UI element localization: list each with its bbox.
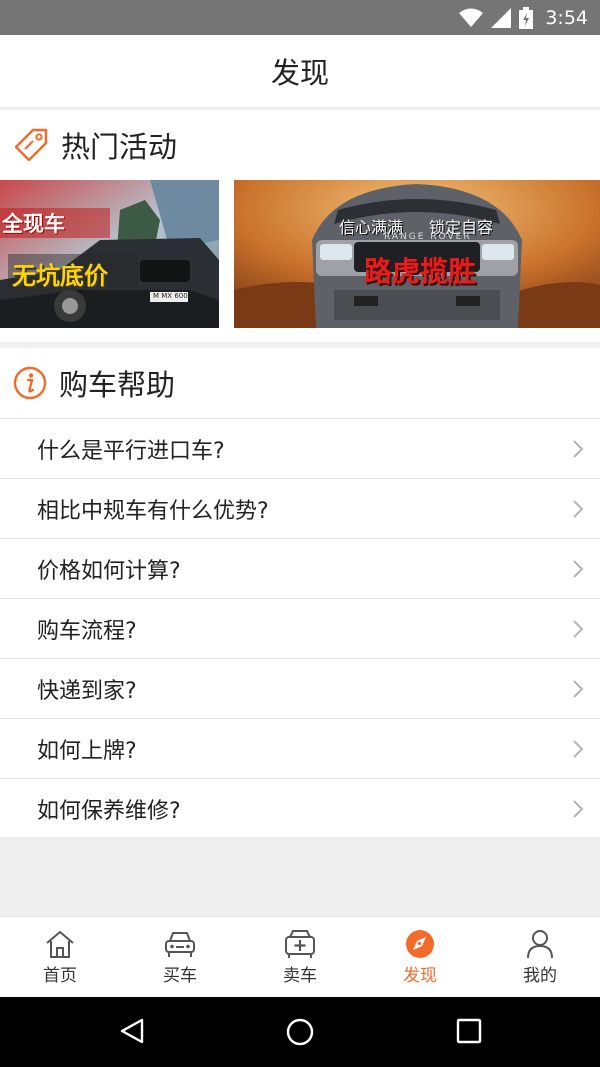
compass-icon	[406, 930, 434, 958]
chevron-right-icon	[573, 740, 584, 758]
tab-label: 买车	[163, 966, 197, 986]
buying-help-title: 购车帮助	[59, 368, 176, 402]
help-item-maintenance[interactable]: 如何保养维修?	[0, 778, 600, 838]
help-item-registration[interactable]: 如何上牌?	[0, 718, 600, 778]
home-icon	[46, 931, 74, 958]
banner1-plate: M MX 6001	[153, 292, 193, 300]
help-item-label: 购车流程?	[37, 618, 137, 644]
hot-activities-header: 热门活动	[0, 110, 600, 180]
sell-car-icon	[285, 930, 315, 958]
banner1-line1: 全现车	[2, 212, 65, 236]
chevron-right-icon	[573, 620, 584, 638]
help-item-label: 如何上牌?	[37, 738, 137, 764]
car-icon	[165, 932, 195, 957]
tab-label: 卖车	[283, 966, 317, 986]
help-item-price-calculation[interactable]: 价格如何计算?	[0, 538, 600, 598]
help-item-label: 快递到家?	[37, 678, 137, 704]
promo-banner-suv-deal[interactable]: 全现车 无坑底价 M MX 6001	[0, 180, 219, 328]
help-item-parallel-import[interactable]: 什么是平行进口车?	[0, 418, 600, 478]
status-bar: 3:54	[0, 0, 600, 35]
tab-home[interactable]: 首页	[0, 917, 120, 997]
tab-label: 首页	[43, 966, 77, 986]
buying-help-header: 购车帮助	[0, 348, 600, 418]
banner2-badge: RANGE ROVER	[384, 232, 472, 242]
help-item-label: 什么是平行进口车?	[37, 438, 225, 464]
chevron-right-icon	[573, 800, 584, 818]
hot-activities-section: 热门活动 全现车 无坑底价 M MX 6001 信心满满 锁定自容 RANGE …	[0, 110, 600, 342]
battery-icon	[519, 6, 534, 29]
chevron-right-icon	[573, 440, 584, 458]
promo-banner-range-rover[interactable]: 信心满满 锁定自容 RANGE ROVER 路虎揽胜	[234, 180, 600, 328]
info-icon	[13, 366, 47, 400]
recent-apps-icon[interactable]	[456, 1017, 482, 1045]
banner1-line2: 无坑底价	[12, 262, 108, 290]
tag-icon	[14, 128, 48, 162]
tab-mine[interactable]: 我的	[480, 917, 600, 997]
help-item-label: 如何保养维修?	[37, 798, 181, 824]
buying-help-section: 购车帮助 什么是平行进口车? 相比中规车有什么优势? 价格如何计算? 购车流程?…	[0, 348, 600, 837]
help-item-home-delivery[interactable]: 快递到家?	[0, 658, 600, 718]
tab-label: 我的	[523, 966, 557, 986]
hot-activities-title: 热门活动	[61, 130, 178, 164]
chevron-right-icon	[573, 560, 584, 578]
status-time: 3:54	[545, 6, 588, 29]
help-item-advantages[interactable]: 相比中规车有什么优势?	[0, 478, 600, 538]
banner2-headline: 路虎揽胜	[364, 255, 477, 288]
help-item-label: 相比中规车有什么优势?	[37, 498, 269, 524]
wifi-icon	[459, 8, 484, 27]
tab-label: 发现	[403, 966, 437, 986]
chevron-right-icon	[573, 680, 584, 698]
home-button-icon[interactable]	[285, 1017, 315, 1047]
person-icon	[527, 930, 553, 959]
bottom-tab-bar: 首页 买车 卖车 发现 我的	[0, 916, 600, 997]
back-icon[interactable]	[118, 1017, 146, 1045]
tab-buy-car[interactable]: 买车	[120, 917, 240, 997]
app-header: 发现	[0, 35, 600, 107]
help-item-label: 价格如何计算?	[37, 558, 181, 584]
tab-sell-car[interactable]: 卖车	[240, 917, 360, 997]
help-item-purchase-process[interactable]: 购车流程?	[0, 598, 600, 658]
signal-icon	[491, 7, 512, 28]
promo-carousel[interactable]: 全现车 无坑底价 M MX 6001 信心满满 锁定自容 RANGE ROVER…	[0, 180, 600, 342]
tab-discover[interactable]: 发现	[360, 917, 480, 997]
page-title: 发现	[270, 56, 329, 90]
system-navigation-bar	[0, 997, 600, 1067]
chevron-right-icon	[573, 500, 584, 518]
